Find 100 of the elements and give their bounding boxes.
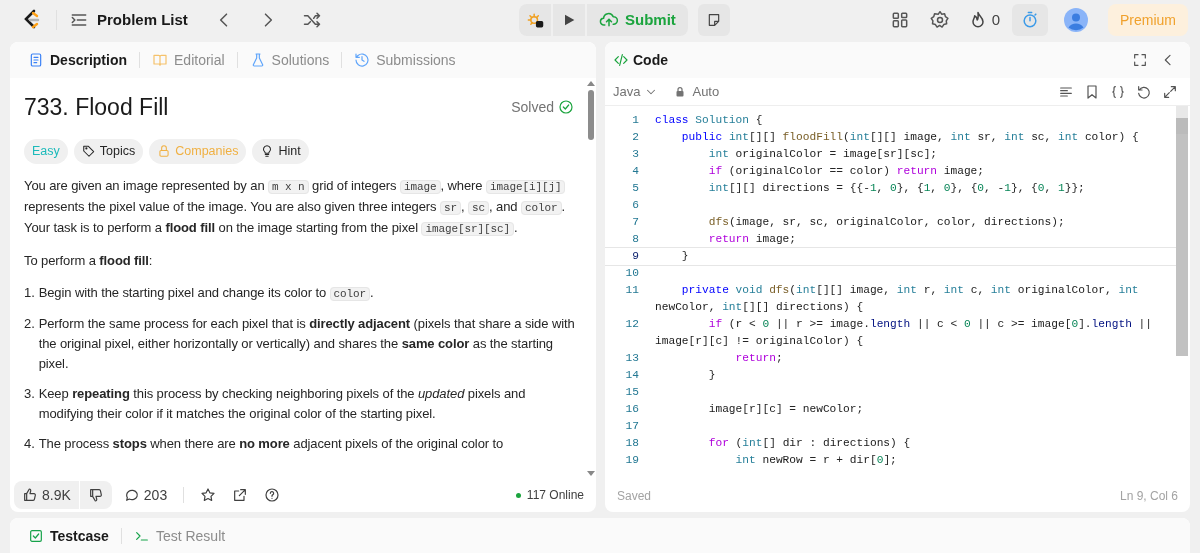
code-line: private void dfs(int[][] image, int r, int c, int originalColor, int newColor, int[][] directions) { [655, 283, 1140, 315]
notes-button[interactable] [697, 4, 730, 36]
scrollbar[interactable] [1176, 106, 1188, 356]
code-line: dfs(image, sr, sc, originalColor, color, directions); [707, 215, 1066, 230]
line-number: 4 [631, 164, 640, 179]
step-number: 2. [24, 314, 35, 333]
code-line: } [707, 368, 717, 383]
code-line: int[][] directions = {{-1, 0}, {1, 0}, {0, -1}, {0, 1}}; [707, 181, 1086, 196]
line-number: 1 [631, 113, 640, 128]
cursor-position: Ln 9, Col 6 [1119, 488, 1178, 505]
solved-status: Solved [511, 96, 574, 118]
checkbox-icon [28, 528, 44, 544]
comment-icon [123, 487, 140, 503]
run-button[interactable] [553, 4, 585, 36]
inline-code: image [400, 179, 441, 194]
help-icon [264, 487, 281, 503]
inline-code: image[sr][sc] [421, 221, 514, 236]
panel-tab[interactable]: Test Result [127, 525, 232, 547]
check-circle-icon [558, 99, 574, 116]
inline-code: color [329, 286, 371, 301]
problem-title: 733. Flood Fill [24, 93, 169, 122]
star-icon [200, 487, 217, 503]
online-count: 117 Online [515, 486, 584, 504]
topic-tag[interactable]: Topics [73, 138, 144, 164]
line-number: 11 [624, 283, 640, 298]
inline-code: sr [440, 200, 461, 215]
code-icon [613, 52, 629, 68]
step-text: Begin with the starting pixel and change its color to color . [38, 283, 374, 303]
stopwatch-icon [1020, 10, 1040, 30]
panel-tab[interactable]: Submissions [348, 49, 462, 71]
inline-code: color [521, 200, 562, 215]
line-number: 17 [624, 419, 640, 434]
inline-code: sc [468, 200, 490, 215]
code-line: if (r < 0 || r >= image.length || c < 0 || c >= image[0].length || image[r][c] != originalColor) { [655, 317, 1153, 349]
step-number: 1. [24, 283, 35, 302]
autocomplete-mode[interactable]: Auto [674, 81, 720, 102]
code-line: image[r][c] = newColor; [707, 402, 865, 417]
language-select[interactable]: Java [613, 81, 659, 102]
step-text: The process stops when there are no more adjacent pixels of the original color to [38, 434, 504, 453]
shuffle-icon [301, 10, 322, 30]
line-number: 13 [624, 351, 640, 366]
line-number: 8 [631, 232, 640, 247]
line-number: 9 [631, 249, 640, 264]
step-text: Keep repeating this process by checking neighboring pixels of the updated pixels and modifying their color if it matches the original color of the starting pixel. [38, 384, 527, 423]
panel-tab[interactable]: Testcase [22, 525, 115, 547]
code-line: int newRow = r + dir[0]; [734, 453, 898, 468]
line-number: 18 [624, 436, 640, 451]
panel-title: Code [613, 49, 668, 71]
panel-tab[interactable]: Description [22, 49, 133, 71]
bookmark-icon [1084, 83, 1100, 100]
code-line: class Solution { [655, 113, 764, 128]
braces-icon [1110, 83, 1126, 100]
code-line: } [680, 249, 690, 264]
fullscreen-icon [1132, 52, 1148, 68]
lock-icon [674, 85, 687, 98]
step-text: Perform the same process for each pixel that is directly adjacent (pixels that share a side with the original pixel, either horizontally or vertically) and shares the same color as the starting pixel. [38, 314, 576, 373]
code-line: if (originalColor == color) return image; [707, 164, 986, 179]
share-icon [232, 487, 249, 503]
code-line: for (int[] dir : directions) { [707, 436, 912, 451]
line-number: 10 [624, 266, 640, 281]
description-paragraph: To perform a flood fill: [24, 251, 154, 270]
tag-icon [81, 144, 96, 158]
panel-tab[interactable]: Solutions [243, 49, 336, 71]
document-icon [28, 52, 44, 68]
comments-button[interactable]: 203 [115, 481, 176, 509]
problem-list-button[interactable]: Problem List [69, 8, 188, 32]
book-icon [152, 52, 168, 68]
debug-button[interactable] [519, 4, 551, 36]
thumbs-up-icon [22, 487, 38, 503]
topic-tag[interactable]: Hint [252, 138, 309, 164]
line-number: 7 [631, 215, 640, 230]
undo-icon [1136, 83, 1152, 100]
settings-icon [929, 10, 950, 30]
code-line: int originalColor = image[sr][sc]; [707, 147, 939, 162]
step-number: 4. [24, 434, 35, 453]
line-number: 19 [624, 453, 640, 468]
line-number: 14 [624, 368, 640, 383]
timer-button[interactable] [1012, 4, 1048, 36]
code-line: public int[][] floodFill(int[][] image, int sr, int sc, int color) { [680, 130, 1140, 145]
thumbs-down-icon [87, 487, 104, 503]
line-number: 16 [624, 402, 640, 417]
history-icon [354, 52, 371, 68]
save-status: Saved [617, 488, 652, 505]
inline-code: image[i][j] [485, 179, 566, 194]
submit-button[interactable]: Submit [587, 4, 688, 36]
code-line: return; [734, 351, 784, 366]
lock-icon [157, 144, 172, 158]
panel-tab[interactable]: Editorial [146, 49, 231, 71]
inline-code: m x n [268, 179, 309, 194]
expand-icon [1162, 83, 1178, 100]
description-paragraph: You are given an image represented by an m x n grid of integers image , where image[i][j] represents the pixel value of the image. You are also given three integers sr , sc , and color . Your task is to perform a flood fill on the image starting from the pixel image[sr][sc] . [24, 176, 567, 238]
line-number: 6 [631, 198, 640, 213]
line-number: 15 [624, 385, 640, 400]
line-number: 5 [631, 181, 640, 196]
avatar-icon[interactable] [1064, 8, 1088, 32]
code-line: return image; [707, 232, 798, 247]
step-number: 3. [24, 384, 35, 403]
streak-counter[interactable]: 0 [963, 4, 1004, 36]
line-number: 3 [631, 147, 640, 162]
line-number: 12 [624, 317, 640, 332]
